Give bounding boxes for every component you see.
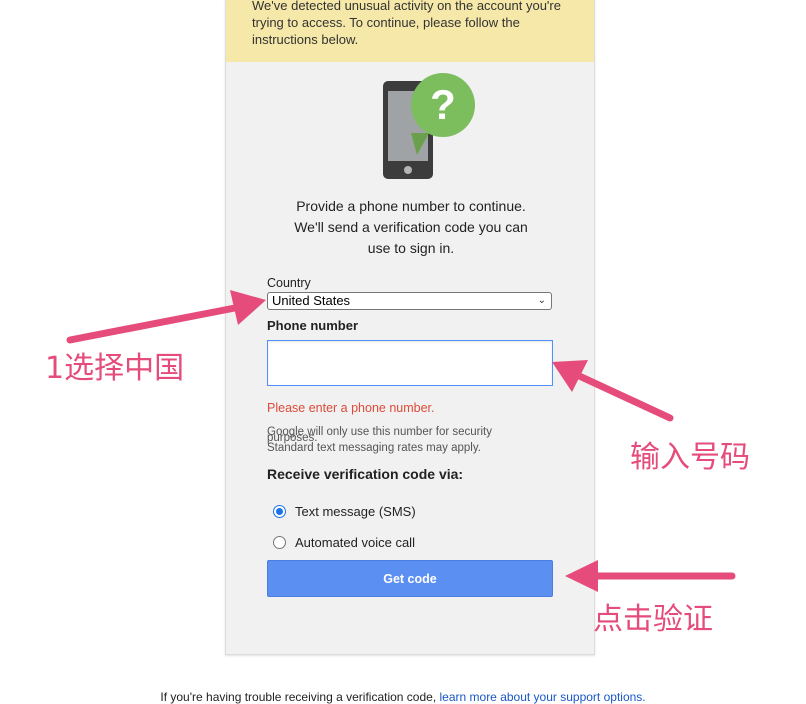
annotation-click-verify: 点击验证 bbox=[593, 602, 713, 637]
arrow-to-phone-input bbox=[571, 370, 674, 422]
arrow-to-country bbox=[66, 303, 244, 344]
arrow-head-country bbox=[230, 290, 266, 325]
annotation-select-china: 1选择中国 bbox=[45, 351, 185, 386]
arrow-head-get-code bbox=[565, 560, 598, 592]
annotation-enter-number: 输入号码 bbox=[630, 440, 750, 475]
